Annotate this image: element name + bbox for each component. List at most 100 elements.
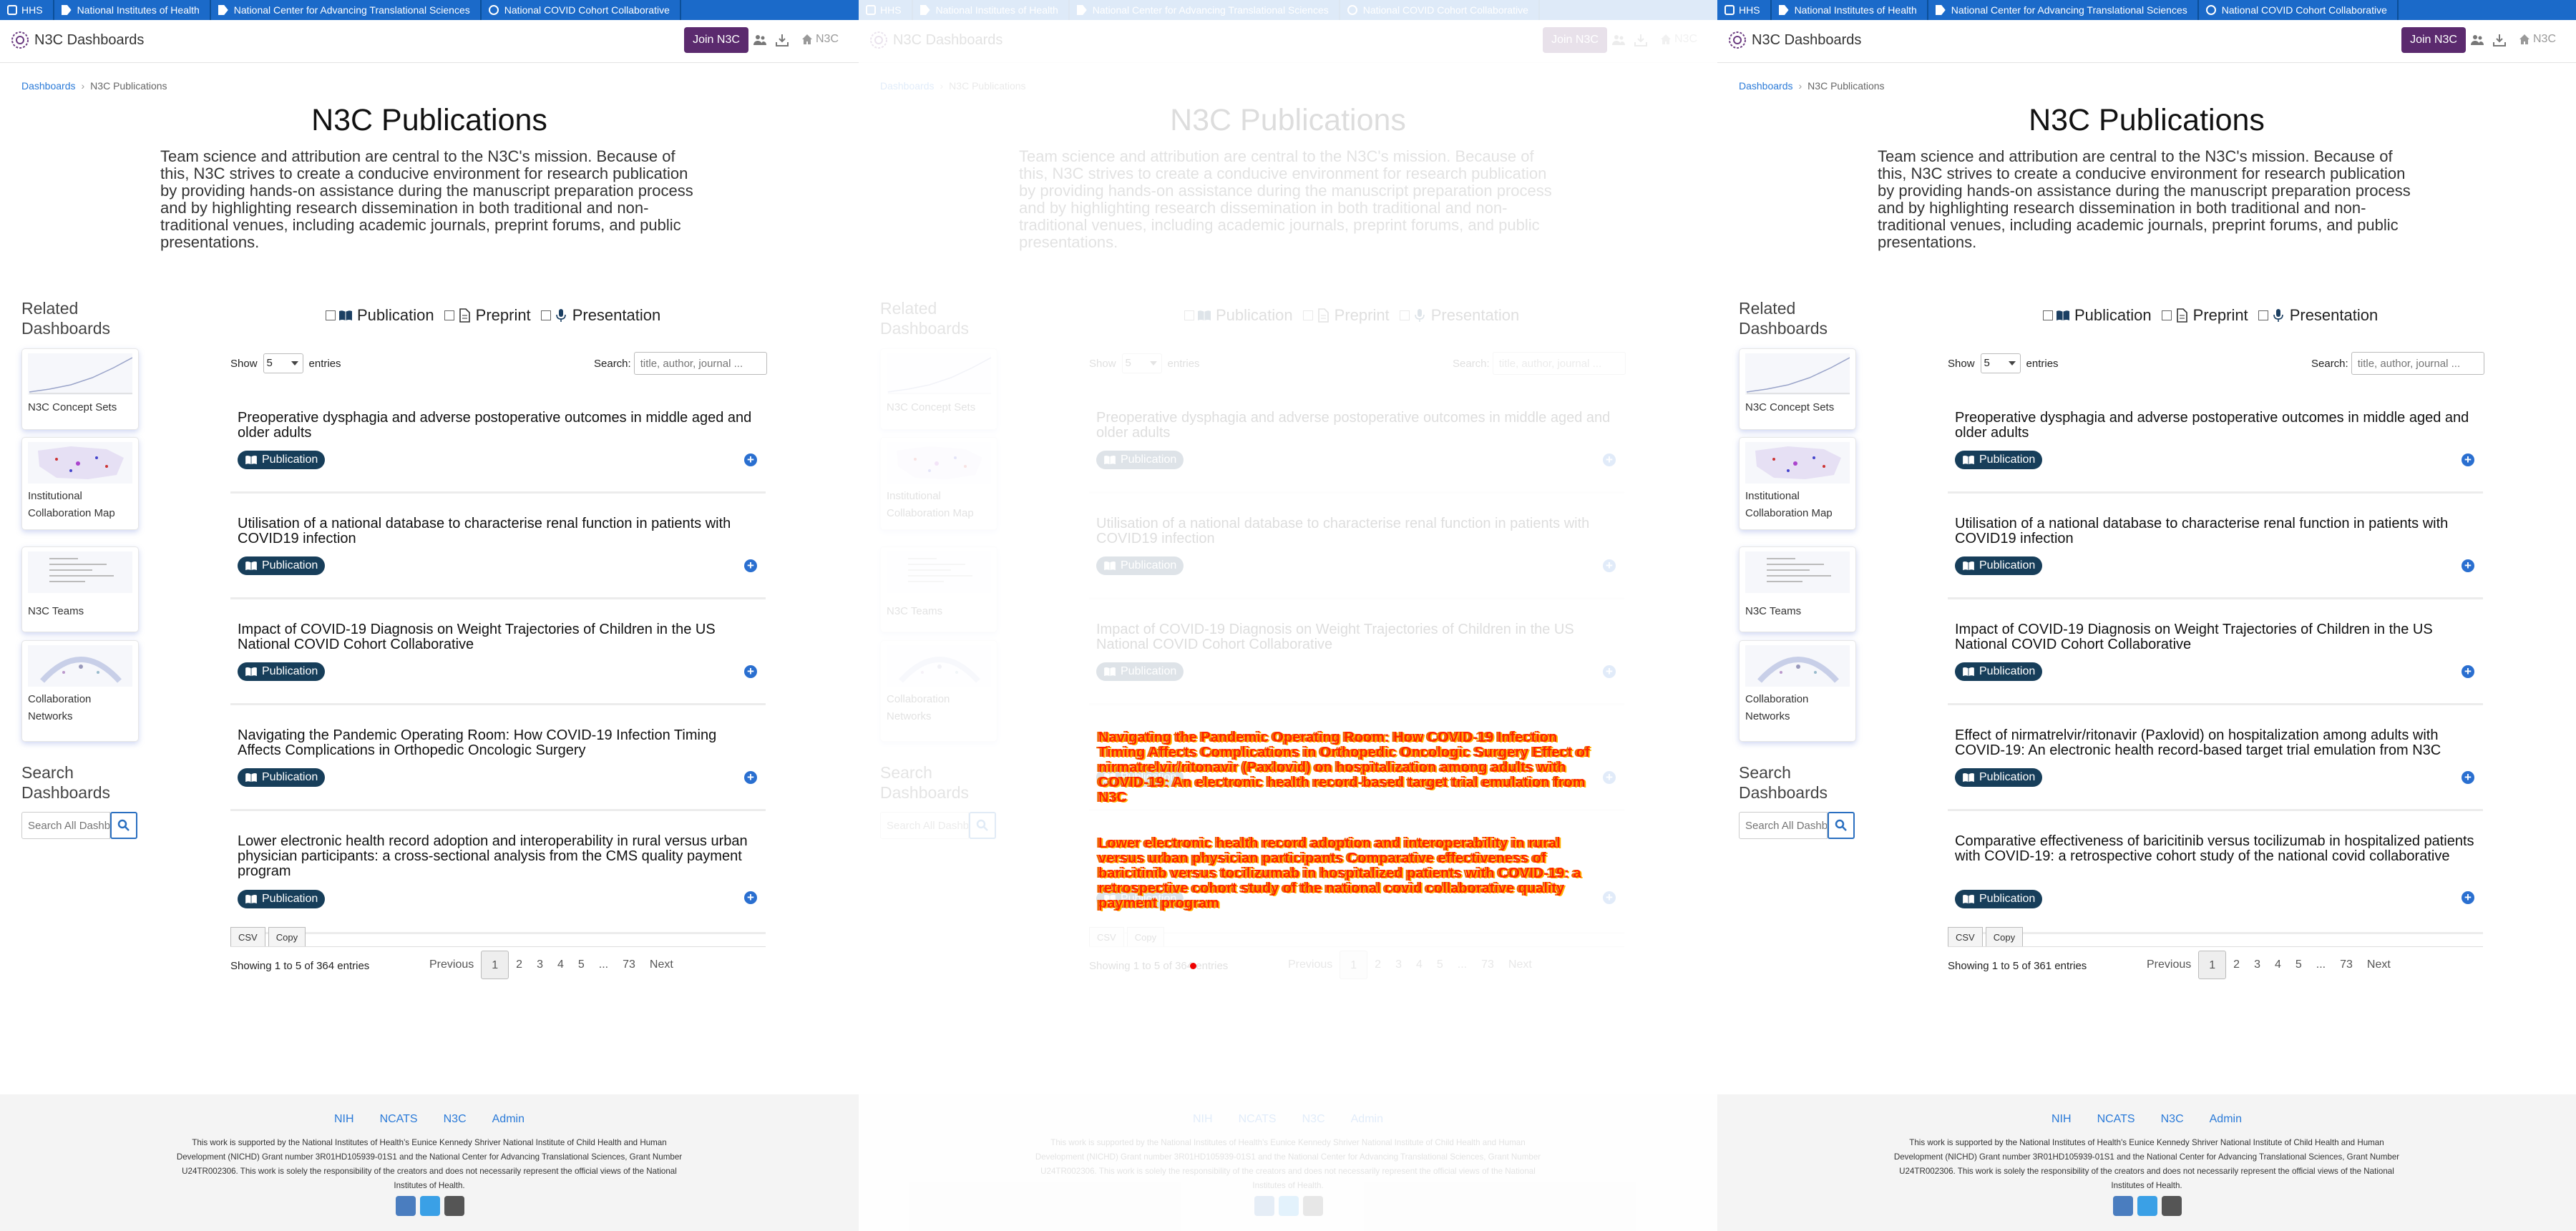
users-icon[interactable] — [2470, 34, 2484, 46]
publication-title[interactable]: Utilisation of a national database to ch… — [238, 516, 760, 546]
twitter-icon[interactable] — [420, 1196, 440, 1216]
pager-page-current[interactable]: 1 — [481, 951, 509, 979]
email-icon[interactable] — [396, 1196, 416, 1216]
topbar-hhs-link[interactable]: HHS — [1717, 0, 1772, 20]
pager-page-current[interactable]: 1 — [1340, 951, 1368, 979]
pager-page[interactable]: 5 — [571, 951, 592, 979]
csv-button[interactable]: CSV — [1948, 927, 1983, 947]
pager-page[interactable]: 4 — [550, 951, 571, 979]
table-search-input[interactable] — [2351, 352, 2484, 375]
publication-title[interactable]: Preoperative dysphagia and adverse posto… — [1096, 411, 1619, 441]
csv-button[interactable]: CSV — [1089, 927, 1124, 947]
related-tile-collaboration-map[interactable]: Institutional Collaboration Map — [1739, 437, 1856, 530]
join-n3c-button[interactable]: Join N3C — [684, 27, 748, 53]
footer-link-nih[interactable]: NIH — [334, 1113, 354, 1126]
pager-page[interactable]: 73 — [1474, 951, 1501, 979]
publication-checkbox[interactable] — [326, 310, 336, 320]
filter-presentation[interactable]: Presentation — [1399, 306, 1519, 325]
footer-link-ncats[interactable]: NCATS — [2097, 1113, 2135, 1126]
filter-presentation[interactable]: Presentation — [2258, 306, 2378, 325]
dashboard-search-button[interactable] — [110, 812, 137, 839]
pager-next[interactable]: Next — [2360, 951, 2398, 979]
dashboard-search-input[interactable] — [880, 812, 969, 839]
related-tile-collaboration-networks[interactable]: Collaboration Networks — [1739, 640, 1856, 742]
expand-plus-icon[interactable]: + — [744, 559, 757, 572]
related-tile-n3c-teams[interactable]: N3C Teams — [21, 546, 139, 632]
csv-button[interactable]: CSV — [230, 927, 265, 947]
users-icon[interactable] — [753, 34, 767, 46]
footer-link-ncats[interactable]: NCATS — [380, 1113, 418, 1126]
pager-page[interactable]: 3 — [2247, 951, 2268, 979]
related-tile-collaboration-networks[interactable]: Collaboration Networks — [880, 640, 997, 742]
home-link[interactable]: N3C — [1660, 33, 1697, 46]
publication-title[interactable]: Impact of COVID-19 Diagnosis on Weight T… — [1955, 622, 2477, 652]
publication-checkbox[interactable] — [2043, 310, 2053, 320]
pager-page-current[interactable]: 1 — [2198, 951, 2227, 979]
dashboard-search-button[interactable] — [1828, 812, 1855, 839]
entries-select[interactable]: 5 — [1121, 353, 1162, 373]
breadcrumb-dashboards-link[interactable]: Dashboards — [880, 80, 935, 92]
pager-page[interactable]: 2 — [1367, 951, 1388, 979]
pager-previous[interactable]: Previous — [422, 951, 481, 979]
filter-presentation[interactable]: Presentation — [540, 306, 660, 325]
presentation-checkbox[interactable] — [2258, 310, 2268, 320]
filter-publication[interactable]: Publication — [2043, 306, 2152, 325]
pager-page[interactable]: 2 — [2226, 951, 2247, 979]
github-icon[interactable] — [1303, 1196, 1323, 1216]
footer-link-nih[interactable]: NIH — [1193, 1113, 1213, 1126]
expand-plus-icon[interactable]: + — [2462, 665, 2474, 678]
brand-link[interactable]: N3C Dashboards — [1727, 30, 1861, 50]
preprint-checkbox[interactable] — [1302, 310, 1313, 320]
expand-plus-icon[interactable]: + — [2462, 453, 2474, 466]
join-n3c-button[interactable]: Join N3C — [2401, 27, 2466, 53]
breadcrumb-dashboards-link[interactable]: Dashboards — [21, 80, 76, 92]
publication-title[interactable]: Comparative effectiveness of baricitinib… — [1955, 834, 2477, 864]
expand-plus-icon[interactable]: + — [744, 665, 757, 678]
table-search-input[interactable] — [1492, 352, 1626, 375]
publication-title[interactable]: Preoperative dysphagia and adverse posto… — [238, 411, 760, 441]
topbar-hhs-link[interactable]: HHS — [0, 0, 54, 20]
brand-link[interactable]: N3C Dashboards — [869, 30, 1002, 50]
users-icon[interactable] — [1611, 34, 1626, 46]
related-tile-n3c-teams[interactable]: N3C Teams — [880, 546, 997, 632]
entries-select[interactable]: 5 — [263, 353, 303, 373]
topbar-ncats-link[interactable]: National Center for Advancing Translatio… — [1070, 0, 1340, 20]
brand-link[interactable]: N3C Dashboards — [10, 30, 144, 50]
email-icon[interactable] — [1254, 1196, 1274, 1216]
topbar-ncats-link[interactable]: National Center for Advancing Translatio… — [211, 0, 482, 20]
pager-page[interactable]: 2 — [509, 951, 530, 979]
filter-preprint[interactable]: Preprint — [444, 306, 531, 325]
github-icon[interactable] — [444, 1196, 464, 1216]
pager-previous[interactable]: Previous — [1281, 951, 1340, 979]
topbar-n3c-link[interactable]: National COVID Cohort Collaborative — [1340, 0, 1540, 20]
publication-title[interactable]: Utilisation of a national database to ch… — [1096, 516, 1619, 546]
pager-page[interactable]: 5 — [2288, 951, 2309, 979]
topbar-nih-link[interactable]: National Institutes of Health — [913, 0, 1070, 20]
topbar-n3c-link[interactable]: National COVID Cohort Collaborative — [2199, 0, 2399, 20]
publication-checkbox[interactable] — [1184, 310, 1194, 320]
pager-page[interactable]: 4 — [2268, 951, 2288, 979]
expand-plus-icon[interactable]: + — [1603, 891, 1616, 904]
related-tile-concept-sets[interactable]: N3C Concept Sets — [21, 348, 139, 430]
presentation-checkbox[interactable] — [1399, 310, 1410, 320]
pager-page[interactable]: 3 — [1388, 951, 1409, 979]
publication-title[interactable]: Utilisation of a national database to ch… — [1955, 516, 2477, 546]
related-tile-collaboration-map[interactable]: Institutional Collaboration Map — [21, 437, 139, 530]
expand-plus-icon[interactable]: + — [1603, 665, 1616, 678]
dashboard-search-input[interactable] — [1739, 812, 1828, 839]
filter-preprint[interactable]: Preprint — [2161, 306, 2248, 325]
github-icon[interactable] — [2162, 1196, 2182, 1216]
related-tile-concept-sets[interactable]: N3C Concept Sets — [880, 348, 997, 430]
copy-button[interactable]: Copy — [1985, 927, 2024, 947]
expand-plus-icon[interactable]: + — [2462, 771, 2474, 784]
twitter-icon[interactable] — [1279, 1196, 1299, 1216]
expand-plus-icon[interactable]: + — [1603, 771, 1616, 784]
topbar-n3c-link[interactable]: National COVID Cohort Collaborative — [482, 0, 681, 20]
preprint-checkbox[interactable] — [2161, 310, 2172, 320]
publication-title[interactable]: Preoperative dysphagia and adverse posto… — [1955, 411, 2477, 441]
expand-plus-icon[interactable]: + — [2462, 559, 2474, 572]
filter-preprint[interactable]: Preprint — [1302, 306, 1390, 325]
download-icon[interactable] — [2493, 34, 2506, 46]
topbar-nih-link[interactable]: National Institutes of Health — [1772, 0, 1928, 20]
footer-link-n3c[interactable]: N3C — [1302, 1113, 1325, 1126]
